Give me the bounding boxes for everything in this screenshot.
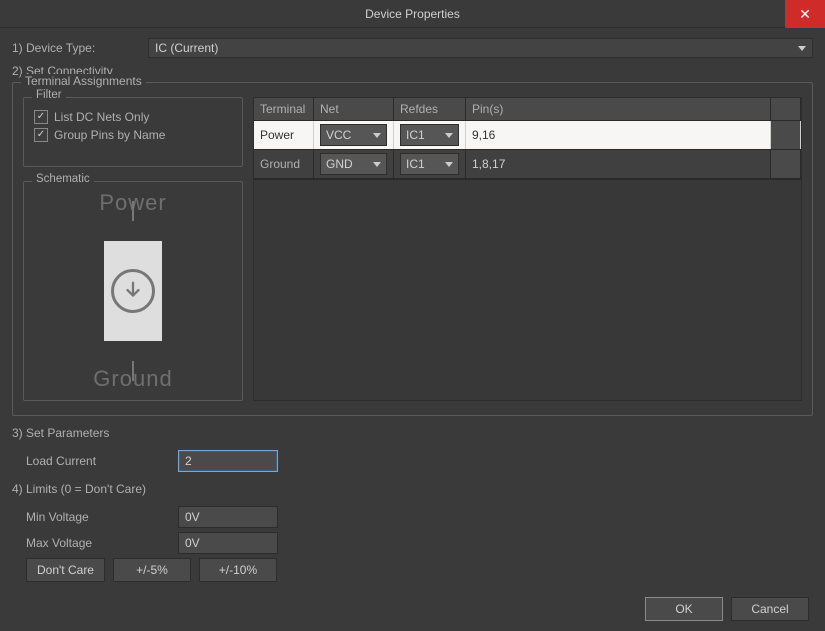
set-parameters-label: 3) Set Parameters [12,426,813,440]
chevron-down-icon [373,133,381,138]
dont-care-button[interactable]: Don't Care [26,558,105,582]
list-dc-label: List DC Nets Only [54,110,149,124]
device-type-label: 1) Device Type: [12,41,140,55]
schematic-legend: Schematic [32,173,94,185]
table-row[interactable]: Power VCC IC1 9,16 [254,121,801,150]
terminal-assignments-legend: Terminal Assignments [21,74,146,88]
table-header: Terminal Net Refdes Pin(s) [254,98,801,121]
cell-blank [771,150,801,178]
refdes-value: IC1 [406,157,425,171]
net-dropdown[interactable]: VCC [320,124,387,146]
cell-pins: 9,16 [466,121,771,149]
titlebar: Device Properties ✕ [0,0,825,28]
limits-button-bar: Don't Care +/-5% +/-10% [12,558,813,582]
net-dropdown[interactable]: GND [320,153,387,175]
net-value: VCC [326,128,351,142]
table-row[interactable]: Ground GND IC1 1,8,17 [254,150,801,179]
schematic-canvas: Power Gro [32,190,234,392]
load-current-input[interactable] [178,450,278,472]
min-voltage-row: Min Voltage [12,506,813,528]
content-area: 1) Device Type: IC (Current) 2) Set Conn… [0,28,825,594]
th-net: Net [314,98,394,120]
current-source-icon [93,221,173,361]
group-pins-label: Group Pins by Name [54,128,165,142]
schematic-group: Schematic Power [23,181,243,401]
terminal-assignments-body: Filter ✓ List DC Nets Only ✓ Group Pins … [23,97,802,401]
device-type-dropdown[interactable]: IC (Current) [148,38,813,58]
filter-legend: Filter [32,89,66,101]
th-pins: Pin(s) [466,98,771,120]
left-column: Filter ✓ List DC Nets Only ✓ Group Pins … [23,97,243,401]
checkbox-icon: ✓ [34,128,48,142]
cancel-button[interactable]: Cancel [731,597,809,621]
min-voltage-input[interactable] [178,506,278,528]
refdes-dropdown[interactable]: IC1 [400,153,459,175]
cell-terminal: Power [254,121,314,149]
device-type-value: IC (Current) [155,41,218,55]
refdes-dropdown[interactable]: IC1 [400,124,459,146]
th-blank [771,98,801,120]
pm10-button[interactable]: +/-10% [199,558,277,582]
refdes-value: IC1 [406,128,425,142]
list-dc-checkbox[interactable]: ✓ List DC Nets Only [34,110,232,124]
load-current-label: Load Current [12,454,162,468]
cell-terminal: Ground [254,150,314,178]
chevron-down-icon [445,133,453,138]
close-button[interactable]: ✕ [785,0,825,28]
chevron-down-icon [798,46,806,51]
pm5-button[interactable]: +/-5% [113,558,191,582]
terminal-table: Terminal Net Refdes Pin(s) Power VCC [253,97,802,401]
checkbox-icon: ✓ [34,110,48,124]
group-pins-checkbox[interactable]: ✓ Group Pins by Name [34,128,232,142]
cell-pins: 1,8,17 [466,150,771,178]
net-value: GND [326,157,353,171]
table-empty-area [254,179,801,400]
chevron-down-icon [445,162,453,167]
max-voltage-row: Max Voltage [12,532,813,554]
device-type-row: 1) Device Type: IC (Current) [12,38,813,58]
arrow-down-icon [122,280,144,302]
min-voltage-label: Min Voltage [12,510,162,524]
close-icon: ✕ [799,6,811,23]
th-refdes: Refdes [394,98,466,120]
window-title: Device Properties [365,7,460,21]
load-current-row: Load Current [12,450,813,472]
cell-blank [771,121,801,149]
terminal-assignments-group: Terminal Assignments Filter ✓ List DC Ne… [12,82,813,416]
ok-button[interactable]: OK [645,597,723,621]
max-voltage-input[interactable] [178,532,278,554]
dialog-footer: OK Cancel [645,597,809,621]
max-voltage-label: Max Voltage [12,536,162,550]
th-terminal: Terminal [254,98,314,120]
chevron-down-icon [373,162,381,167]
limits-label: 4) Limits (0 = Don't Care) [12,482,813,496]
filter-group: Filter ✓ List DC Nets Only ✓ Group Pins … [23,97,243,167]
